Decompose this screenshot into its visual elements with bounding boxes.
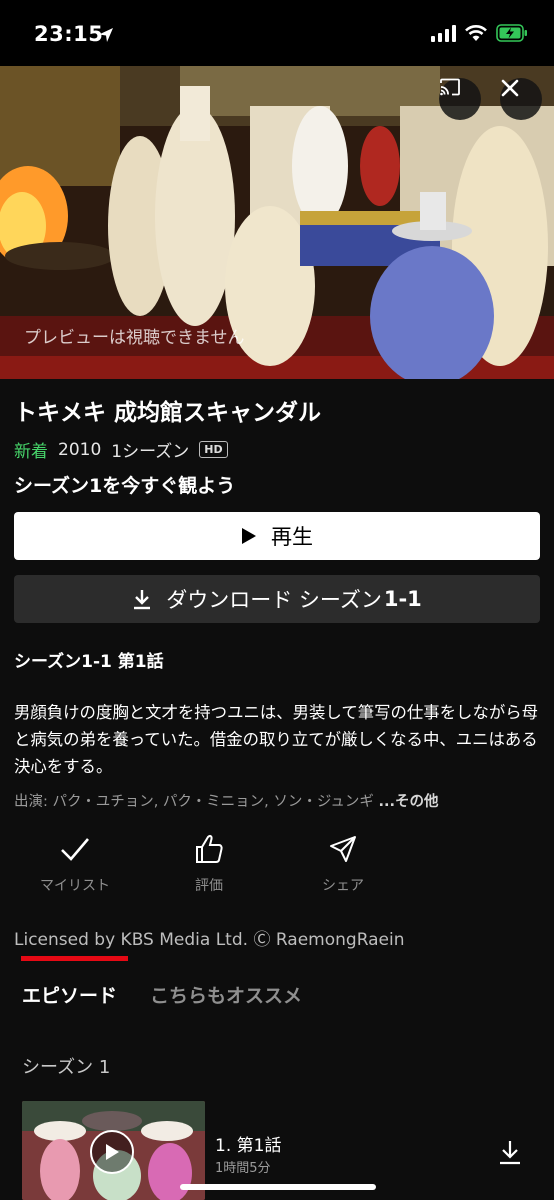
download-icon — [134, 590, 151, 610]
cast-button[interactable] — [439, 78, 481, 120]
close-button[interactable] — [500, 78, 542, 120]
download-label: ダウンロード シーズン — [166, 588, 382, 612]
preview-hero: プレビューは視聴できません — [0, 66, 554, 379]
wifi-icon — [465, 25, 487, 41]
download-icon — [500, 1141, 520, 1165]
cast-icon — [440, 78, 460, 96]
close-icon — [501, 79, 519, 97]
thumbs-up-icon — [196, 834, 223, 863]
show-meta: 新着 2010 1シーズン HD — [14, 437, 228, 462]
episode-thumbnail[interactable] — [22, 1101, 205, 1200]
play-label: 再生 — [271, 525, 313, 549]
tab-episodes[interactable]: エピソード — [22, 981, 117, 1008]
location-arrow-icon — [99, 28, 113, 42]
checkmark-icon — [61, 838, 89, 861]
season-selector[interactable]: シーズン 1 — [22, 1053, 110, 1079]
download-button[interactable]: ダウンロード シーズン 1-1 — [14, 575, 540, 623]
episode-play-button[interactable] — [90, 1130, 134, 1174]
rate-button[interactable]: 評価 — [154, 831, 264, 895]
cast-names: 出演: パク・ユチョン, パク・ミニョン, ソン・ジュンギ — [14, 794, 374, 810]
episode-heading: シーズン1-1 第1話 — [14, 652, 164, 672]
status-indicators — [431, 24, 528, 42]
play-icon — [106, 1144, 119, 1160]
active-tab-indicator — [21, 956, 128, 961]
cast-list: 出演: パク・ユチョン, パク・ミニョン, ソン・ジュンギ ...その他 — [14, 790, 438, 811]
share-label: シェア — [322, 878, 364, 894]
license-text: Licensed by KBS Media Ltd. Ⓒ RaemongRaei… — [14, 930, 405, 950]
hd-badge: HD — [199, 441, 228, 458]
title-details: トキメキ 成均館スキャンダル 新着 2010 1シーズン HD シーズン1を今す… — [0, 379, 554, 1200]
episode-download-button[interactable] — [498, 1139, 522, 1169]
status-time: 23:15 — [34, 22, 104, 46]
home-indicator[interactable] — [180, 1184, 376, 1190]
play-icon — [242, 528, 256, 544]
cellular-signal-icon — [431, 24, 456, 42]
play-button[interactable]: 再生 — [14, 512, 540, 560]
episode-duration: 1時間5分 — [215, 1161, 271, 1176]
status-bar: 23:15 — [0, 0, 554, 66]
download-episode: 1-1 — [383, 587, 422, 611]
release-year: 2010 — [58, 439, 102, 460]
share-icon — [330, 836, 356, 862]
battery-charging-icon — [496, 24, 527, 42]
my-list-label: マイリスト — [40, 878, 110, 894]
tab-more-like-this[interactable]: こちらもオススメ — [150, 981, 302, 1008]
my-list-button[interactable]: マイリスト — [20, 831, 130, 895]
season-count: 1シーズン — [111, 442, 190, 462]
cast-more-link[interactable]: ...その他 — [378, 794, 438, 810]
preview-unavailable-message: プレビューは視聴できません — [24, 328, 245, 348]
episode-title: 1. 第1話 — [215, 1136, 282, 1156]
show-title: トキメキ 成均館スキャンダル — [14, 400, 322, 426]
rate-label: 評価 — [195, 878, 223, 894]
share-button[interactable]: シェア — [288, 831, 398, 895]
episode-synopsis: 男顔負けの度胸と文才を持つユニは、男装して筆写の仕事をしながら母と病気の弟を養っ… — [14, 703, 539, 776]
new-badge: 新着 — [14, 442, 48, 462]
watch-now-heading: シーズン1を今すぐ観よう — [14, 475, 236, 497]
